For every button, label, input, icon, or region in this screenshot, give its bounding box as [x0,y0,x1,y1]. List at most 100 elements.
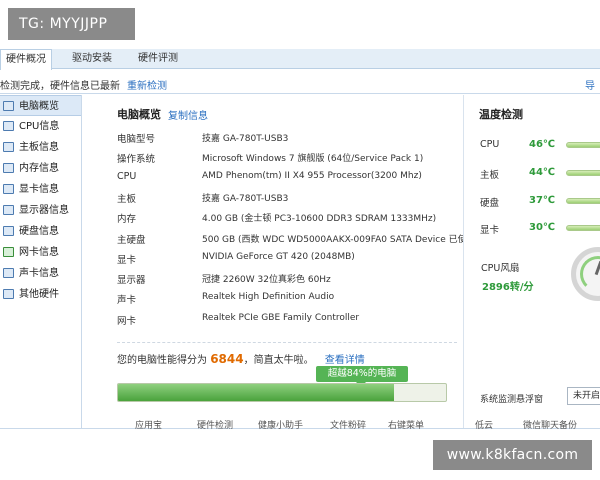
score-progress-bar [117,383,447,402]
sidebar-item-disk[interactable]: 硬盘信息 [0,221,81,242]
spec-row-monitor: 显示器 冠捷 2260W 32位真彩色 60Hz [117,269,467,289]
spec-row-os: 操作系统 Microsoft Windows 7 旗舰版 (64位/Service… [117,148,467,168]
sidebar-item-label: 显示器信息 [19,205,69,216]
temp-row-cpu: CPU 46℃ [480,137,600,155]
sidebar-item-sound[interactable]: 声卡信息 [0,263,81,284]
temp-bar [566,198,600,204]
temp-label: CPU [480,139,500,150]
spec-value: 500 GB (西数 WDC WD5000AAKX-009FA0 SATA De… [202,235,467,245]
temp-row-disk: 硬盘 37℃ [480,193,600,211]
spec-label: 显示器 [117,275,146,286]
cpu-fan-label: CPU风扇 [481,263,520,274]
spec-label: 操作系统 [117,154,156,165]
bottom-item-health-assistant[interactable]: 健康小助手 [258,418,303,431]
sidebar-item-network[interactable]: 网卡信息 [0,242,81,263]
temp-value: 30℃ [529,222,556,233]
spec-label: 主板 [117,194,137,205]
spec-row-network: 网卡 Realtek PCIe GBE Family Controller [117,310,467,330]
score-rank-bubble: 超越84%的电脑 [316,366,408,387]
spec-value: Microsoft Windows 7 旗舰版 (64位/Service Pac… [202,154,424,164]
monitor-icon [3,205,14,215]
temp-row-graphics: 显卡 30℃ [480,220,600,238]
spec-label: 网卡 [117,316,137,327]
performance-score: 6844 [210,352,244,366]
sidebar-item-graphics[interactable]: 显卡信息 [0,179,81,200]
performance-score-line: 您的电脑性能得分为 6844，简直太牛啦。 查看详情 [117,351,365,366]
overlay-tag: TG: MYYJJPP [8,8,135,40]
fan-gauge-icon [571,247,600,301]
bottom-item-wechat-backup[interactable]: 微信聊天备份 [523,418,577,431]
sidebar-item-label: 主板信息 [19,142,59,153]
status-text: 检测完成，硬件信息已最新 [0,81,120,92]
bottom-item-file-shredder[interactable]: 文件粉碎 [330,418,366,431]
sidebar: 电脑概览 CPU信息 主板信息 内存信息 显卡信息 显示器信息 硬盘信息 网卡信… [0,95,82,428]
monitor-float-toggle[interactable]: 未开启 [567,387,600,405]
temperature-panel: 温度检测 CPU 46℃ 主板 44℃ 硬盘 37℃ 显卡 30℃ CPU风扇 2896… [463,95,600,428]
sound-card-icon [3,268,14,278]
sidebar-item-memory[interactable]: 内存信息 [0,158,81,179]
spec-value: 技嘉 GA-780T-USB3 [202,194,289,204]
sidebar-item-label: 网卡信息 [19,247,59,258]
rescan-link[interactable]: 重新检测 [127,77,167,92]
bottom-item-cloud[interactable]: 低云 [475,418,493,431]
view-details-link[interactable]: 查看详情 [325,355,365,366]
bottom-item-app-store[interactable]: 应用宝 [135,418,162,431]
export-link[interactable]: 导 [585,77,595,92]
sidebar-item-monitor[interactable]: 显示器信息 [0,200,81,221]
spec-value: 冠捷 2260W 32位真彩色 60Hz [202,275,331,285]
spec-value: NVIDIA GeForce GT 420 (2048MB) [202,252,355,262]
spec-value: Realtek High Definition Audio [202,292,335,302]
computer-icon [3,101,14,111]
spec-row-motherboard: 主板 技嘉 GA-780T-USB3 [117,188,467,208]
other-hardware-icon [3,289,14,299]
bottom-item-context-menu[interactable]: 右键菜单 [388,418,424,431]
temp-bar [566,170,600,176]
temp-label: 显卡 [480,225,500,236]
watermark: www.k8kfacn.com [433,440,592,470]
spec-label: 显卡 [117,255,137,266]
spec-row-graphics: 显卡 NVIDIA GeForce GT 420 (2048MB) [117,249,467,269]
sidebar-item-cpu[interactable]: CPU信息 [0,116,81,137]
network-card-icon [3,247,14,257]
sidebar-item-label: 内存信息 [19,163,59,174]
tab-driver-install[interactable]: 驱动安装 [62,49,122,69]
spec-row-model: 电脑型号 技嘉 GA-780T-USB3 [117,128,467,148]
sidebar-item-label: 显卡信息 [19,184,59,195]
spec-value: 4.00 GB (金士顿 PC3-10600 DDR3 SDRAM 1333MH… [202,214,437,224]
spec-row-sound: 声卡 Realtek High Definition Audio [117,289,467,309]
spec-value: AMD Phenom(tm) II X4 955 Processor(3200 … [202,171,422,181]
divider [117,342,457,343]
sidebar-item-motherboard[interactable]: 主板信息 [0,137,81,158]
monitor-float-label: 系统监测悬浮窗 [480,395,544,405]
sidebar-item-label: 其他硬件 [19,289,59,300]
bottom-item-hardware-check[interactable]: 硬件检测 [197,418,233,431]
temp-label: 硬盘 [480,198,500,209]
temp-row-motherboard: 主板 44℃ [480,165,600,183]
tab-hardware-evaluation[interactable]: 硬件评测 [128,49,188,69]
score-suffix: ，简直太牛啦。 [243,355,314,366]
spec-row-disk: 主硬盘 500 GB (西数 WDC WD5000AAKX-009FA0 SATA… [117,229,467,249]
spec-label: CPU [117,171,137,182]
score-progress-fill [118,384,394,401]
overview-panel: 电脑概览 复制信息 电脑型号 技嘉 GA-780T-USB3 操作系统 Micros… [83,95,467,428]
sidebar-item-label: 电脑概览 [19,101,59,112]
temp-value: 37℃ [529,195,556,206]
memory-icon [3,163,14,173]
copy-info-link[interactable]: 复制信息 [168,107,208,122]
sidebar-item-overview[interactable]: 电脑概览 [0,95,81,116]
temperature-title: 温度检测 [479,108,523,121]
cpu-icon [3,121,14,131]
status-bar: 检测完成，硬件信息已最新 重新检测 导 [0,70,600,94]
motherboard-icon [3,142,14,152]
tab-hardware-overview[interactable]: 硬件概况 [0,49,52,70]
hard-disk-icon [3,226,14,236]
section-title: 电脑概览 [117,108,161,121]
sidebar-item-other[interactable]: 其他硬件 [0,284,81,305]
temp-value: 46℃ [529,139,556,150]
temp-bar [566,225,600,231]
spec-value: Realtek PCIe GBE Family Controller [202,313,360,323]
cpu-fan-speed: 2896转/分 [482,282,534,293]
graphics-card-icon [3,184,14,194]
spec-label: 电脑型号 [117,134,156,145]
temp-label: 主板 [480,170,500,181]
